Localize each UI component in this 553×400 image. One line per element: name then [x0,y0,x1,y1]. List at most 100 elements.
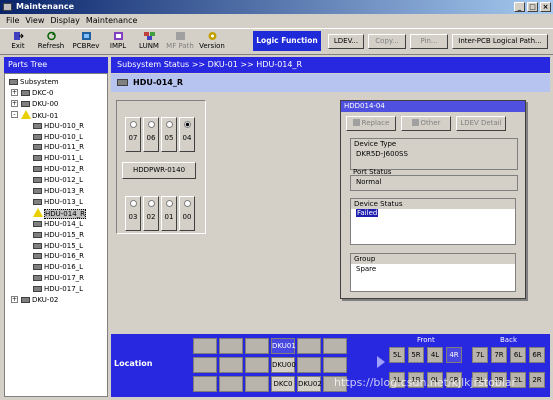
hdu-position-cell[interactable]: 5L [389,347,405,363]
lunm-button[interactable]: LUNM [135,31,163,55]
hdd-slot-03[interactable]: 03 [125,196,141,231]
slot-radio[interactable] [183,121,191,128]
slot-radio[interactable] [165,200,173,207]
impl-button[interactable]: IMPL [106,31,130,55]
tree-item[interactable]: HDU-010_R [33,121,84,131]
tree-item[interactable]: HDU-012_L [33,175,83,185]
slot-radio[interactable] [183,200,191,207]
version-button[interactable]: Version [199,31,225,55]
tree-item-label: HDU-012_R [44,165,85,174]
tree-item[interactable]: HDU-013_R [33,186,84,196]
minimize-button[interactable]: _ [514,2,525,12]
port-status-box: Normal [350,175,518,191]
hdu-position-cell[interactable]: 6L [510,347,526,363]
slot-radio[interactable] [147,121,155,128]
hdd-slot-05[interactable]: 05 [161,117,177,152]
tree-item[interactable]: HDU-016_R [33,251,84,261]
location-cell[interactable] [323,357,347,373]
tree-item[interactable]: + DKU-00 [11,99,58,109]
hdu-position-cell[interactable]: 4L [427,347,443,363]
impl-icon [113,32,123,40]
other-button[interactable]: Other [401,116,451,131]
slot-radio[interactable] [129,200,137,207]
slot-radio[interactable] [147,200,155,207]
tree-item[interactable]: + DKU-02 [11,295,58,305]
location-cell[interactable] [297,357,321,373]
tree-item[interactable]: HDU-015_L [33,241,83,251]
inter-pcb-path-button[interactable]: Inter-PCB Logical Path... [452,34,548,49]
hdu-icon [33,133,42,140]
hdd-slot-01[interactable]: 01 [161,196,177,231]
location-dku01[interactable]: DKU01 [271,338,296,354]
pin-button[interactable]: Pin... [410,34,448,49]
hdd-slot-00[interactable]: 00 [179,196,195,231]
slot-label: 00 [182,213,192,221]
expand-toggle-icon[interactable]: - [11,110,18,118]
location-cell[interactable] [245,376,269,392]
expand-toggle-icon[interactable]: + [11,88,18,96]
location-dkc0[interactable]: DKC0 [271,376,295,392]
pcbrev-button[interactable]: PCBRev [70,31,102,55]
tree-item[interactable]: + DKC-0 [11,88,53,98]
tree-item[interactable]: Subsystem [9,77,59,87]
slot-radio[interactable] [165,121,173,128]
hdu-position-cell[interactable]: 5R [408,347,424,363]
hdu-position-cell[interactable]: 4R [446,347,462,363]
replace-button[interactable]: Replace [346,116,396,131]
menu-view[interactable]: View [25,14,44,27]
warning-icon [33,207,43,217]
app-icon [3,3,12,11]
tree-item[interactable]: HDU-011_R [33,142,84,152]
location-cell[interactable] [297,338,321,354]
hdu-position-cell[interactable]: 7L [472,347,488,363]
tree-item[interactable]: HDU-015_R [33,230,84,240]
tree-item[interactable]: HDU-017_L [33,284,83,294]
expand-toggle-icon[interactable]: + [11,296,18,303]
ldev-button[interactable]: LDEV... [328,34,364,49]
tree-item[interactable]: HDU-010_L [33,132,83,142]
expand-toggle-icon[interactable]: + [11,99,18,107]
location-cell[interactable] [219,376,243,392]
tree-item[interactable]: HDU-014_R [33,207,87,219]
location-cell[interactable] [193,376,217,392]
location-cell[interactable] [219,357,243,373]
exit-button[interactable]: Exit [6,31,30,55]
tree-item[interactable]: HDU-016_L [33,262,83,272]
mf-path-button[interactable]: MF Path [165,31,195,55]
tree-item[interactable]: HDU-013_L [33,197,83,207]
hddpwr-button[interactable]: HDDPWR-0140 [122,162,196,179]
location-dku00[interactable]: DKU00 [271,357,296,373]
hdu-position-cell[interactable]: 6R [529,347,545,363]
location-cell[interactable] [193,357,217,373]
tree-item[interactable]: HDU-011_L [33,153,83,163]
hdd-slot-06[interactable]: 06 [143,117,159,152]
parts-tree[interactable]: Subsystem + DKC-0 + DKU-00- DKU-01 HDU-010_R HD… [4,73,108,397]
mf-path-icon [175,32,185,40]
hdd-slot-07[interactable]: 07 [125,117,141,152]
ldev-detail-button[interactable]: LDEV Detail [456,116,506,131]
location-dku02[interactable]: DKU02 [297,376,322,392]
menu-display[interactable]: Display [50,14,80,27]
location-cell[interactable] [245,357,269,373]
maximize-button[interactable]: □ [527,2,538,12]
copy-button[interactable]: Copy... [368,34,406,49]
location-cell[interactable] [219,338,243,354]
tree-item[interactable]: HDU-014_L [33,219,83,229]
menu-file[interactable]: File [6,14,19,27]
hdu-position-cell[interactable]: 2R [529,372,545,388]
slot-label: 07 [128,134,138,142]
close-button[interactable]: × [540,2,551,12]
location-cell[interactable] [245,338,269,354]
hdd-slot-04[interactable]: 04 [179,117,195,152]
tree-item[interactable]: HDU-017_R [33,273,84,283]
location-cell[interactable] [193,338,217,354]
slot-radio[interactable] [129,121,137,128]
hdu-position-cell[interactable]: 7R [491,347,507,363]
tree-item[interactable]: HDU-012_R [33,164,84,174]
device-type-value: DKR5D-J600SS [356,150,408,158]
location-cell[interactable] [323,338,347,354]
menu-maintenance[interactable]: Maintenance [86,14,138,27]
tree-item[interactable]: - DKU-01 [11,109,58,120]
hdd-slot-02[interactable]: 02 [143,196,159,231]
refresh-button[interactable]: Refresh [36,31,66,55]
